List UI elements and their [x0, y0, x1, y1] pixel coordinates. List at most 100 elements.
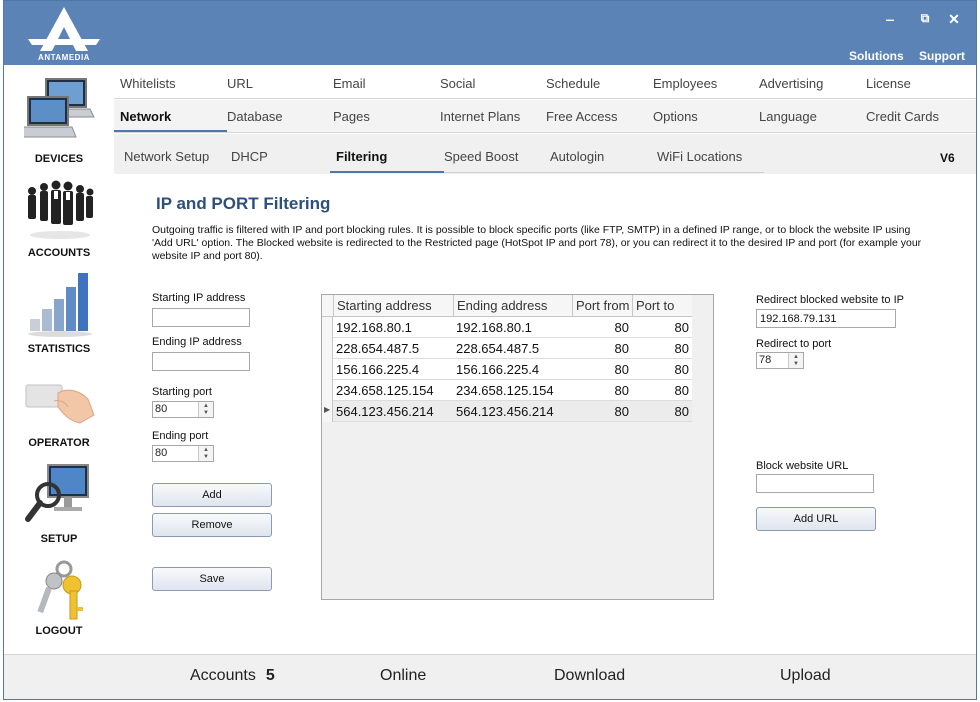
filter-rules-grid[interactable]: Starting address Ending address Port fro… [321, 294, 714, 600]
grid-header: Starting address Ending address Port fro… [322, 295, 692, 317]
menu-options[interactable]: Options [653, 109, 698, 124]
cell-starting-address: 228.654.487.5 [336, 341, 420, 356]
sidebar-item-accounts[interactable]: ACCOUNTS [4, 177, 114, 267]
row-header[interactable]: ▶ [322, 401, 333, 422]
redirect-port-stepper[interactable]: 78 ▲ ▼ [756, 352, 804, 369]
tab-autologin[interactable]: Autologin [550, 149, 604, 164]
menu-free-access[interactable]: Free Access [546, 109, 618, 124]
starting-ip-input[interactable] [152, 308, 250, 327]
close-icon[interactable]: ✕ [944, 11, 964, 28]
table-row[interactable]: 192.168.80.1 192.168.80.1 80 80 [322, 317, 692, 338]
col-port-to[interactable]: Port to [632, 295, 692, 317]
cell-port-from: 80 [614, 383, 629, 398]
minimize-icon[interactable]: ‒ [880, 11, 900, 27]
menu-license[interactable]: License [866, 76, 911, 91]
row-header[interactable] [322, 380, 333, 401]
solutions-link[interactable]: Solutions [849, 49, 904, 63]
ending-port-stepper[interactable]: 80 ▲ ▼ [152, 445, 214, 462]
ending-port-label: Ending port [152, 430, 209, 442]
remove-button[interactable]: Remove [152, 513, 272, 537]
menu-whitelists[interactable]: Whitelists [120, 76, 176, 91]
col-ending-address[interactable]: Ending address [453, 295, 572, 317]
statistics-icon [28, 273, 92, 337]
menu-employees[interactable]: Employees [653, 76, 717, 91]
block-url-input[interactable] [756, 474, 874, 493]
menu-schedule[interactable]: Schedule [546, 76, 600, 91]
tab-dhcp[interactable]: DHCP [231, 149, 268, 164]
menu-pages[interactable]: Pages [333, 109, 370, 124]
support-link[interactable]: Support [919, 49, 965, 63]
redirect-ip-input[interactable] [756, 309, 896, 328]
brand-name: ANTAMEDIA [38, 53, 90, 62]
subtab-active-indicator [330, 171, 444, 173]
menu-network[interactable]: Network [120, 109, 171, 124]
row-header[interactable] [322, 338, 333, 359]
app-window: ANTAMEDIA ‒ ⧉ ✕ Solutions Support DEVICE… [3, 0, 977, 700]
cell-port-to: 80 [674, 404, 689, 419]
table-row-selected[interactable]: ▶ 564.123.456.214 564.123.456.214 80 80 [322, 401, 692, 422]
menu-credit-cards[interactable]: Credit Cards [866, 109, 939, 124]
menu-internet-plans[interactable]: Internet Plans [440, 109, 520, 124]
title-bar: ANTAMEDIA ‒ ⧉ ✕ Solutions Support [4, 1, 976, 65]
redirect-port-label: Redirect to port [756, 338, 832, 350]
cell-port-from: 80 [614, 320, 629, 335]
menu-database[interactable]: Database [227, 109, 283, 124]
table-row[interactable]: 156.166.225.4 156.166.225.4 80 80 [322, 359, 692, 380]
sidebar-item-statistics[interactable]: STATISTICS [4, 271, 114, 361]
subtab-bar: Network Setup DHCP Filtering Speed Boost… [114, 134, 976, 174]
col-starting-address[interactable]: Starting address [333, 295, 453, 317]
sidebar-item-operator[interactable]: OPERATOR [4, 365, 114, 455]
col-port-from[interactable]: Port from [572, 295, 632, 317]
spin-arrows-icon[interactable]: ▲ ▼ [198, 446, 213, 461]
sidebar-label-setup: SETUP [40, 533, 78, 545]
menu-email[interactable]: Email [333, 76, 366, 91]
starting-port-stepper[interactable]: 80 ▲ ▼ [152, 401, 214, 418]
redirect-port-value: 78 [759, 354, 772, 366]
row-header[interactable] [322, 359, 333, 380]
filtering-panel: IP and PORT Filtering Outgoing traffic i… [114, 174, 976, 653]
add-url-button[interactable]: Add URL [756, 507, 876, 531]
tab-filtering[interactable]: Filtering [336, 149, 387, 164]
cell-port-to: 80 [674, 320, 689, 335]
sidebar-item-logout[interactable]: LOGOUT [4, 559, 114, 649]
tab-wifi-locations[interactable]: WiFi Locations [657, 149, 742, 164]
antamedia-logo: ANTAMEDIA [26, 5, 102, 63]
redirect-ip-label: Redirect blocked website to IP [756, 294, 904, 306]
cell-port-to: 80 [674, 362, 689, 377]
tab-network-setup[interactable]: Network Setup [124, 149, 209, 164]
menu-url[interactable]: URL [227, 76, 253, 91]
menu-social[interactable]: Social [440, 76, 475, 91]
menu-row-1: Whitelists URL Email Social Schedule Emp… [114, 67, 976, 99]
menu-active-indicator [114, 130, 227, 132]
cell-port-from: 80 [614, 341, 629, 356]
sidebar-label-devices: DEVICES [34, 153, 84, 165]
sidebar-label-operator: OPERATOR [28, 437, 90, 449]
menu-advertising[interactable]: Advertising [759, 76, 823, 91]
spin-arrows-icon[interactable]: ▲ ▼ [788, 353, 803, 368]
sidebar-item-devices[interactable]: DEVICES [4, 75, 114, 165]
spin-arrows-icon[interactable]: ▲ ▼ [198, 402, 213, 417]
status-accounts-label: Accounts [190, 667, 256, 684]
cell-port-from: 80 [614, 404, 629, 419]
save-button[interactable]: Save [152, 567, 272, 591]
sidebar-item-setup[interactable]: SETUP [4, 461, 114, 551]
cell-starting-address: 234.658.125.154 [336, 383, 434, 398]
menu-language[interactable]: Language [759, 109, 817, 124]
cell-ending-address: 192.168.80.1 [456, 320, 532, 335]
add-button[interactable]: Add [152, 483, 272, 507]
row-header[interactable] [322, 317, 333, 338]
status-accounts-count: 5 [265, 667, 275, 684]
status-download: Download [554, 667, 626, 684]
operator-icon [25, 384, 95, 424]
cell-starting-address: 192.168.80.1 [336, 320, 412, 335]
page-title: IP and PORT Filtering [156, 194, 331, 213]
table-row[interactable]: 234.658.125.154 234.658.125.154 80 80 [322, 380, 692, 401]
cell-ending-address: 564.123.456.214 [456, 404, 554, 419]
tab-speed-boost[interactable]: Speed Boost [444, 149, 518, 164]
devices-icon [24, 78, 95, 138]
status-accounts: Accounts 5 [190, 667, 275, 685]
table-row[interactable]: 228.654.487.5 228.654.487.5 80 80 [322, 338, 692, 359]
restore-icon[interactable]: ⧉ [915, 11, 935, 26]
cell-starting-address: 564.123.456.214 [336, 404, 434, 419]
ending-ip-input[interactable] [152, 352, 250, 371]
